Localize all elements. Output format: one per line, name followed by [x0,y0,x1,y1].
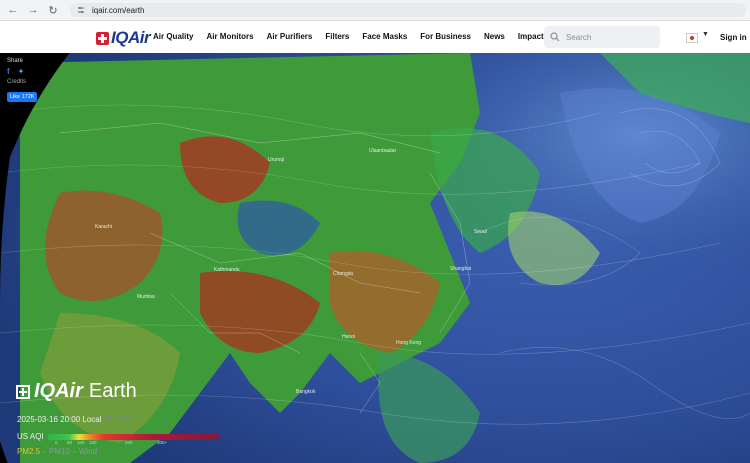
credits-link[interactable]: Credits [7,79,37,85]
layer-separator: – [72,447,77,456]
iqair-earth-logo: IQAir Earth [16,380,137,403]
scale-tick: 50 [67,440,73,445]
aqi-label: US AQI [17,432,44,441]
social-links: f ✦ [7,67,37,76]
url-text: iqair.com/earth [92,5,145,15]
swiss-cross-icon [96,31,109,45]
map-label-ulaanbaatar: Ulaanbaatar [369,148,397,154]
nav-impact[interactable]: Impact [518,32,544,41]
aqi-color-scale [47,433,220,440]
layer-selector: PM2.5 – PM10 – Wind [17,447,97,456]
sign-in-link[interactable]: Sign in [720,33,747,42]
map-label-karachi: Karachi [95,224,112,230]
utc-time: 11 UTC [104,415,132,424]
nav-air-monitors[interactable]: Air Monitors [206,32,253,41]
layer-pm10[interactable]: PM10 [49,447,70,456]
layer-separator: – [42,447,47,456]
forward-icon[interactable]: → [26,3,40,17]
main-nav: Air Quality Air Monitors Air Purifiers F… [153,32,557,41]
nav-face-masks[interactable]: Face Masks [362,32,407,41]
scale-tick: 200 [125,440,133,445]
scale-tick: 150 [89,440,97,445]
share-panel: Share f ✦ Credits Like 172K [7,58,38,103]
share-title: Share [7,58,24,64]
scale-tick: 0 [55,440,58,445]
local-datetime: 2025-03-16 20:00 Local [17,415,102,424]
nav-news[interactable]: News [484,32,505,41]
map-label-kathmandu: Kathmandu [214,267,240,273]
site-header: IQAir Air Quality Air Monitors Air Purif… [0,21,750,53]
language-flag-icon[interactable] [686,33,698,43]
logo-wordmark: IQAir [111,28,151,47]
date-time-control[interactable]: 2025-03-16 20:00 Local 11 UTC [17,415,131,424]
map-label-bangkok: Bangkok [296,389,316,395]
map-label-hong-kong: Hong Kong [396,340,421,346]
back-icon[interactable]: ← [6,3,20,17]
browser-toolbar: ← → ↻ ⌂ iqair.com/earth [0,0,750,21]
iqair-logo[interactable]: IQAir [96,28,151,48]
plus-icon [16,384,30,399]
reload-icon[interactable]: ↻ [46,3,60,17]
map-label-seoul: Seoul [474,229,487,235]
nav-air-quality[interactable]: Air Quality [153,32,193,41]
layer-wind[interactable]: Wind [79,447,97,456]
map-label-chengdu: Chengdu [333,271,354,277]
site-info-icon[interactable] [76,5,86,15]
layer-pm25[interactable]: PM2.5 [17,447,40,456]
nav-for-business[interactable]: For Business [420,32,471,41]
earth-brand: IQAir [34,380,83,402]
search-input[interactable]: Search [544,26,660,48]
scale-tick: 300+ [157,440,168,445]
twitter-icon[interactable]: ✦ [18,67,25,76]
nav-filters[interactable]: Filters [325,32,349,41]
facebook-like-button[interactable]: Like 172K [7,92,38,102]
map-label-shanghai: Shanghai [450,266,471,272]
map-label-mumbai: Mumbai [137,294,155,300]
earth-product: Earth [88,380,137,402]
facebook-icon[interactable]: f [7,67,10,76]
address-bar[interactable]: iqair.com/earth [70,3,746,17]
chevron-down-icon[interactable]: ▼ [702,31,709,38]
search-placeholder: Search [566,32,592,42]
map-label-hanoi: Hanoi [342,334,355,340]
search-icon [550,32,560,42]
scale-tick: 100 [77,440,85,445]
nav-air-purifiers[interactable]: Air Purifiers [267,32,313,41]
map-label-urumqi: Urumqi [268,157,284,163]
